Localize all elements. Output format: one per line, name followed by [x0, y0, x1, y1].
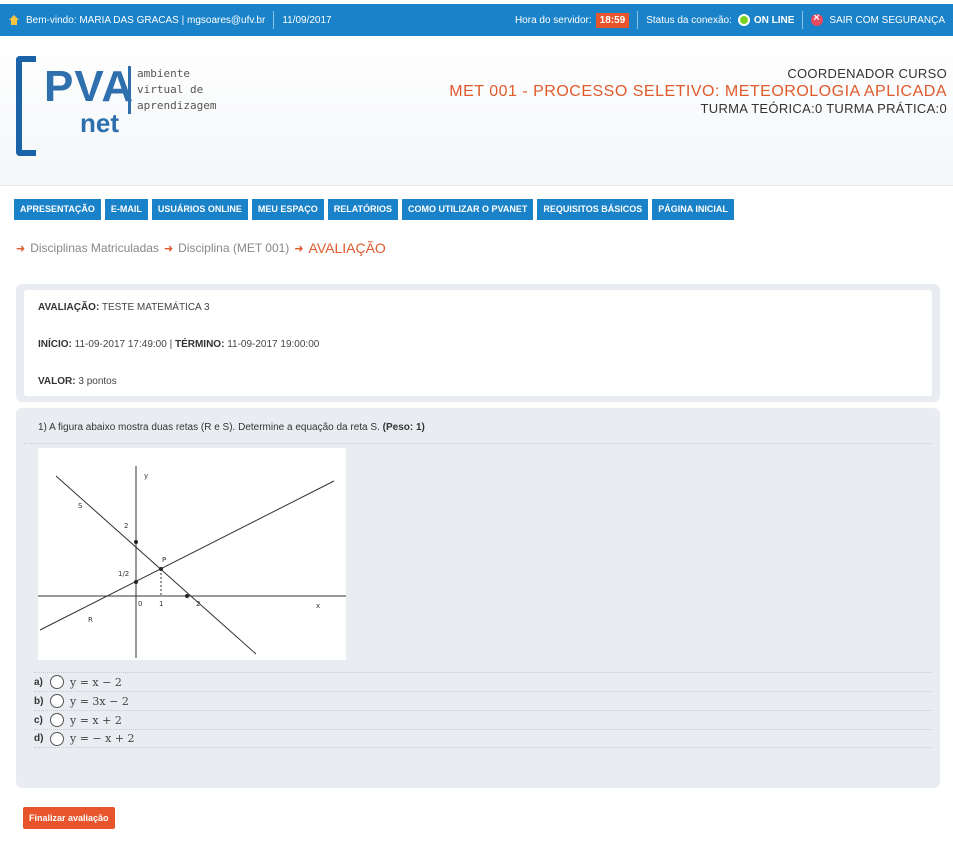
course-info: COORDENADOR CURSO MET 001 - PROCESSO SEL… — [449, 66, 947, 116]
assessment-start: 11-09-2017 17:49:00 — [74, 339, 167, 350]
logout-label[interactable]: SAIR COM SEGURANÇA — [829, 15, 945, 26]
option-a-equation: y = x − 2 — [70, 675, 122, 689]
top-bar: Bem-vindo: MARIA DAS GRACAS | mgsoares@u… — [0, 4, 953, 36]
logo-brand-top: PVA — [44, 62, 135, 111]
logout-icon — [811, 12, 824, 26]
tick-2-y-label: 2 — [124, 522, 128, 530]
finish-assessment-button[interactable]: Finalizar avaliação — [23, 807, 115, 829]
tick-1-label: 1 — [159, 600, 163, 608]
assessment-value: 3 pontos — [78, 376, 117, 387]
breadcrumb-disciplina[interactable]: Disciplina (MET 001) — [178, 241, 289, 255]
point-p-label: P — [162, 556, 166, 564]
logo-bracket — [16, 56, 36, 156]
question-statement: 1) A figura abaixo mostra duas retas (R … — [24, 416, 932, 444]
option-b-radio[interactable] — [50, 694, 64, 708]
point-y-half — [134, 580, 138, 584]
logo-tagline: ambiente virtual de aprendizagem — [128, 66, 216, 114]
line-r-label: R — [88, 616, 93, 624]
online-status-icon — [737, 14, 750, 26]
option-a-radio[interactable] — [50, 675, 64, 689]
option-b[interactable]: b) y = 3x − 2 — [34, 691, 932, 710]
nav-usuarios-online[interactable]: USUÁRIOS ONLINE — [151, 199, 248, 220]
breadcrumb: ➜ Disciplinas Matriculadas ➜ Disciplina … — [16, 240, 386, 256]
arrow-right-icon: ➜ — [294, 242, 304, 255]
point-y2 — [134, 540, 138, 544]
origin-label: 0 — [138, 600, 142, 608]
assessment-name: TESTE MATEMÁTICA 3 — [101, 302, 210, 313]
y-axis-label: y — [144, 472, 148, 480]
question-weight: (Peso: 1) — [382, 422, 425, 433]
current-date: 11/09/2017 — [282, 14, 332, 26]
option-c-equation: y = x + 2 — [70, 713, 122, 727]
welcome-text: Bem-vindo: MARIA DAS GRACAS — [26, 14, 179, 26]
server-time-label: Hora do servidor: — [514, 14, 592, 26]
home-icon[interactable] — [8, 14, 20, 26]
nav-como-utilizar[interactable]: COMO UTILIZAR O PVANET — [402, 199, 534, 220]
logo-brand-bottom: net — [80, 108, 119, 138]
course-classes: TURMA TEÓRICA:0 TURMA PRÁTICA:0 — [700, 101, 947, 116]
line-graph: y x S R P 2 1/2 0 1 2 — [38, 466, 346, 658]
welcome-segment: Bem-vindo: MARIA DAS GRACAS | mgsoares@u… — [0, 4, 273, 36]
date-segment: 11/09/2017 — [274, 4, 339, 36]
tick-half-label: 1/2 — [118, 570, 129, 578]
point-p — [159, 567, 163, 571]
assessment-content: AVALIAÇÃO: TESTE MATEMÁTICA 3 INÍCIO: 11… — [16, 284, 940, 788]
arrow-right-icon: ➜ — [163, 242, 174, 255]
assessment-end: 11-09-2017 19:00:00 — [227, 339, 320, 350]
arrow-right-icon: ➜ — [16, 242, 26, 255]
course-title: MET 001 - PROCESSO SELETIVO: METEOROLOGI… — [449, 83, 947, 100]
user-role: COORDENADOR CURSO — [787, 66, 947, 81]
option-c[interactable]: c) y = x + 2 — [34, 710, 932, 729]
line-s — [55, 475, 257, 655]
option-d-equation: y = − x + 2 — [70, 732, 135, 745]
x-axis-label: x — [316, 602, 320, 610]
pvanet-logo[interactable]: PVA net ambiente virtual de aprendizagem — [16, 56, 276, 171]
server-time-segment: Hora do servidor: 18:59 — [507, 4, 637, 36]
question-box: 1) A figura abaixo mostra duas retas (R … — [16, 408, 940, 788]
connection-status: ON LINE — [753, 14, 795, 26]
breadcrumb-current: AVALIAÇÃO — [308, 240, 386, 256]
nav-requisitos[interactable]: REQUISITOS BÁSICOS — [537, 199, 649, 220]
breadcrumb-disciplinas[interactable]: Disciplinas Matriculadas — [30, 241, 159, 255]
point-x2 — [185, 594, 189, 598]
tick-2-x-label: 2 — [196, 600, 200, 608]
nav-apresentacao[interactable]: APRESENTAÇÃO — [14, 199, 101, 220]
assessment-period-line: INÍCIO: 11-09-2017 17:49:00 | TÉRMINO: 1… — [38, 339, 320, 350]
user-email: mgsoares@ufv.br — [186, 14, 266, 26]
option-b-equation: y = 3x − 2 — [70, 694, 129, 708]
connection-label: Status da conexão: — [646, 14, 732, 26]
logout-link[interactable]: SAIR COM SEGURANÇA — [803, 4, 953, 36]
question-figure: y x S R P 2 1/2 0 1 2 — [38, 448, 346, 660]
line-s-label: S — [78, 502, 83, 510]
option-d-radio[interactable] — [50, 731, 64, 746]
cropped-caption-strip — [0, 0, 953, 3]
nav-meu-espaco[interactable]: MEU ESPAÇO — [251, 199, 324, 220]
option-d[interactable]: d) y = − x + 2 — [34, 729, 932, 748]
line-r — [39, 480, 335, 631]
server-time-badge: 18:59 — [595, 12, 630, 28]
option-c-radio[interactable] — [50, 713, 64, 727]
page-header: PVA net ambiente virtual de aprendizagem… — [0, 36, 953, 186]
assessment-value-line: VALOR: 3 pontos — [38, 376, 117, 387]
assessment-info-box: AVALIAÇÃO: TESTE MATEMÁTICA 3 INÍCIO: 11… — [16, 284, 940, 402]
main-nav: APRESENTAÇÃO E-MAIL USUÁRIOS ONLINE MEU … — [14, 199, 734, 220]
assessment-name-line: AVALIAÇÃO: TESTE MATEMÁTICA 3 — [38, 302, 210, 313]
nav-relatorios[interactable]: RELATÓRIOS — [327, 199, 399, 220]
nav-pagina-inicial[interactable]: PÁGINA INICIAL — [652, 199, 734, 220]
connection-segment: Status da conexão: ON LINE — [638, 4, 802, 36]
option-a[interactable]: a) y = x − 2 — [34, 672, 932, 691]
nav-email[interactable]: E-MAIL — [104, 199, 148, 220]
answer-options: a) y = x − 2 b) y = 3x − 2 c) y = x + 2 … — [24, 672, 932, 748]
